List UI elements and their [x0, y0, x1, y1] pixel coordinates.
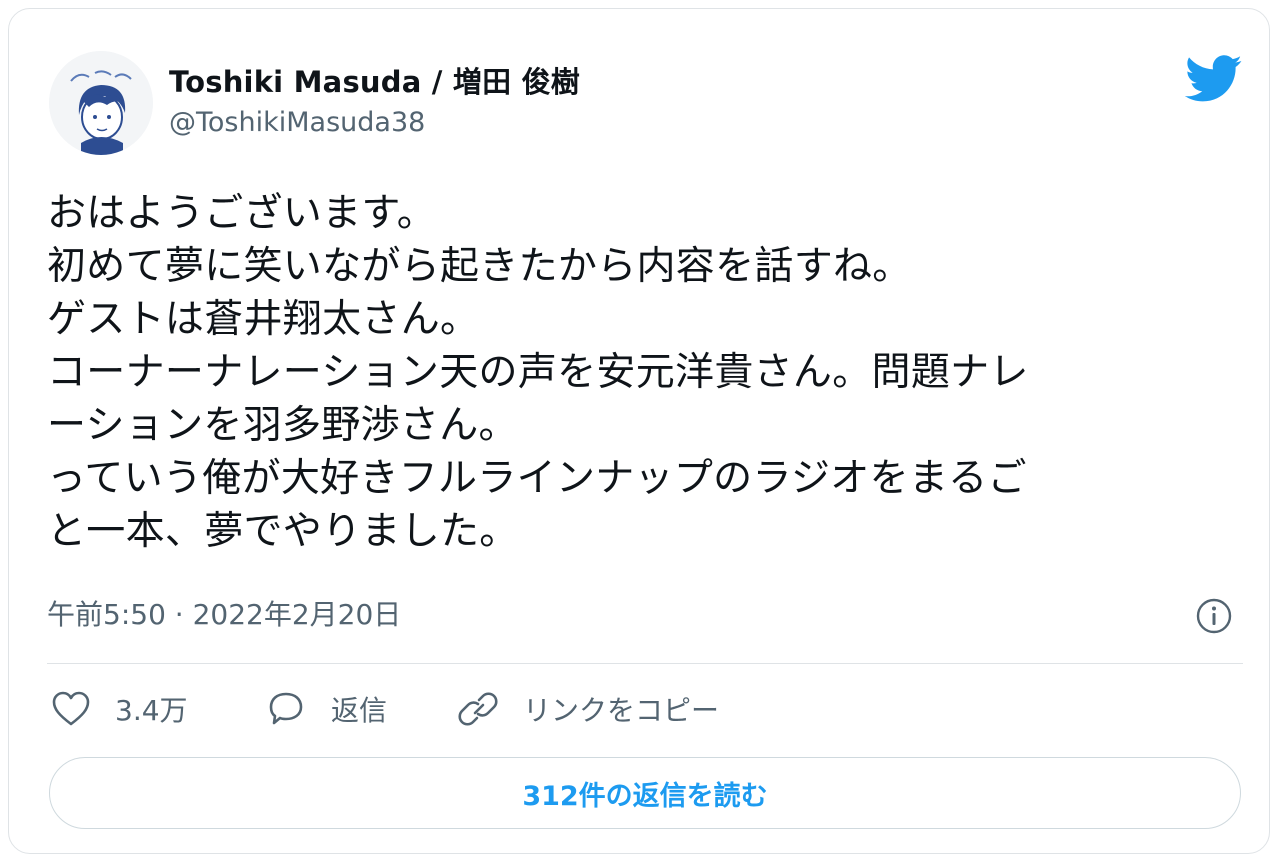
twitter-bird-icon[interactable] [1184, 55, 1243, 103]
info-icon[interactable] [1195, 597, 1233, 635]
reply-label: 返信 [331, 694, 388, 727]
tweet-text: おはようございます。 初めて夢に笑いながら起きたから内容を話すね。 ゲストは蒼井… [47, 191, 1029, 554]
tweet-timestamp[interactable]: 午前5:50 · 2022年2月20日 [47, 593, 401, 633]
copy-link-label: リンクをコピー [523, 694, 720, 727]
like-button[interactable]: 3.4万 [51, 687, 188, 731]
read-replies-button[interactable]: 312件の返信を読む [49, 757, 1241, 829]
link-icon [458, 692, 498, 726]
like-count: 3.4万 [115, 694, 188, 727]
copy-link-button[interactable]: リンクをコピー [457, 687, 719, 731]
avatar-illustration [49, 51, 153, 155]
speech-bubble-icon [269, 692, 303, 725]
tweet-card: Toshiki Masuda / 増田 俊樹 @ToshikiMasuda38 … [8, 8, 1270, 854]
avatar[interactable] [49, 51, 153, 155]
author-handle[interactable]: @ToshikiMasuda38 [169, 107, 425, 138]
heart-icon [52, 691, 90, 726]
reply-button[interactable]: 返信 [265, 687, 387, 731]
divider [47, 663, 1243, 664]
author-display-name[interactable]: Toshiki Masuda / 増田 俊樹 [169, 59, 580, 101]
